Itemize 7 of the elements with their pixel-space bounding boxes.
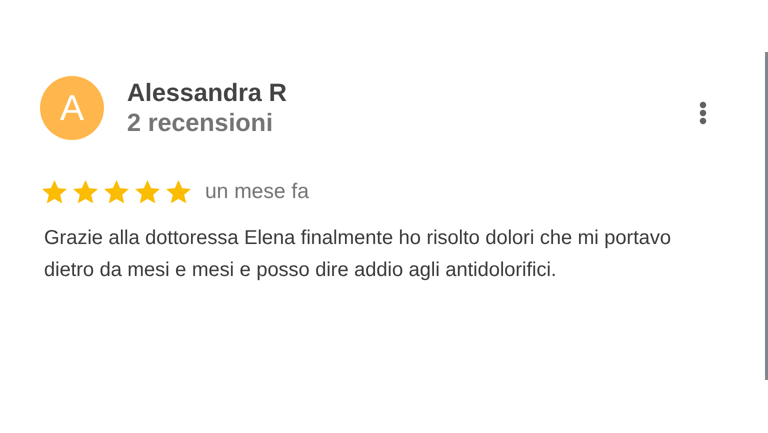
review-count: 2 recensioni bbox=[127, 108, 274, 138]
avatar: A bbox=[40, 76, 104, 140]
review-text: Grazie alla dottoressa Elena finalmente ho risolto dolori che mi portavo dietro da mesi e mesi e posso dire addio agli antidolorifici. bbox=[44, 226, 672, 283]
review-date: un mese fa bbox=[205, 180, 309, 204]
more-options-icon[interactable] bbox=[699, 101, 707, 125]
author-name: Alessandra R bbox=[127, 78, 287, 108]
scrollbar[interactable] bbox=[765, 52, 768, 380]
